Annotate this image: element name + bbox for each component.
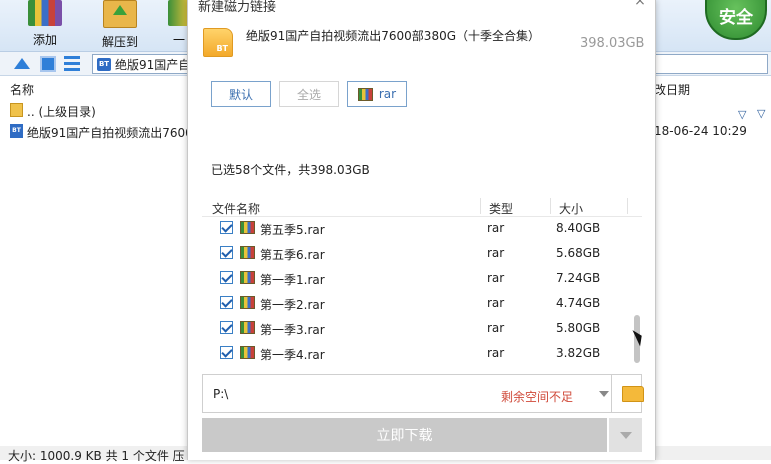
rar-filter-label: rar: [378, 87, 397, 101]
folder-icon[interactable]: [622, 386, 644, 402]
toolbar-partial-label: 一: [172, 33, 185, 47]
default-button-label: 默认: [228, 87, 253, 102]
add-button[interactable]: 添加: [20, 0, 70, 52]
chevron-down-icon[interactable]: [597, 375, 611, 412]
file-type: rar: [487, 321, 505, 335]
status-text: 大小: 1000.9 KB 共 1 个文件 压: [8, 449, 185, 463]
table-row[interactable]: 第一季4.rar rar 3.82GB: [202, 340, 632, 365]
extract-folder-icon: [103, 0, 137, 28]
file-checkbox[interactable]: [220, 296, 233, 309]
save-path-value: P:\: [213, 387, 229, 401]
torrent-name: 绝版91国产自拍视频流出7600部380G（十季全合集）: [246, 29, 541, 43]
torrent-file-icon: BT: [10, 124, 23, 138]
rar-icon: [240, 346, 255, 359]
rar-icon: [240, 221, 255, 234]
file-name: 第五季6.rar: [260, 248, 325, 262]
file-type: rar: [487, 246, 505, 260]
rar-icon: [240, 321, 255, 334]
file-checkbox[interactable]: [220, 346, 233, 359]
table-row[interactable]: 第一季3.rar rar 5.80GB: [202, 315, 632, 340]
file-size: 8.40GB: [556, 221, 601, 235]
file-size: 7.24GB: [556, 271, 601, 285]
rar-icon: [240, 296, 255, 309]
file-name: 第一季1.rar: [260, 273, 325, 287]
download-now-button[interactable]: 立即下载: [202, 418, 607, 452]
torrent-file-icon: BT: [203, 28, 233, 57]
file-size: 5.80GB: [556, 321, 601, 335]
file-size: 5.68GB: [556, 246, 601, 260]
file-name: 第一季4.rar: [260, 348, 325, 362]
file-name: 第一季2.rar: [260, 298, 325, 312]
file-size: 4.74GB: [556, 296, 601, 310]
column-modified-date[interactable]: 改日期: [654, 81, 690, 98]
extract-button-label: 解压到: [101, 35, 138, 49]
file-checkbox[interactable]: [220, 246, 233, 259]
file-name: 第一季3.rar: [260, 323, 325, 337]
download-options-dropdown[interactable]: [609, 418, 642, 452]
torrent-size: 398.03GB: [580, 36, 645, 51]
table-row[interactable]: 第五季6.rar rar 5.68GB: [202, 240, 632, 265]
safe-badge-label: 安全: [719, 8, 753, 28]
file-checkbox[interactable]: [220, 271, 233, 284]
extract-to-button[interactable]: 解压到: [94, 0, 146, 52]
rar-icon: [240, 271, 255, 284]
rar-filter-button[interactable]: rar: [347, 81, 407, 107]
file-type: rar: [487, 221, 505, 235]
table-row[interactable]: 第一季2.rar rar 4.74GB: [202, 290, 632, 315]
rar-icon: [240, 246, 255, 259]
dialog-title: 新建磁力链接: [198, 0, 277, 15]
new-magnet-link-dialog: 新建磁力链接 × BT 绝版91国产自拍视频流出7600部380G（十季全合集）…: [187, 0, 656, 460]
column-divider: [480, 198, 481, 214]
safe-shield-icon: 安全: [705, 0, 767, 40]
file-table: 文件名称 类型 大小 第五季5.rar rar 8.40GB 第五季6.rar …: [202, 195, 642, 365]
column-divider: [550, 198, 551, 214]
select-all-button-label: 全选: [296, 87, 321, 102]
column-name[interactable]: 名称: [10, 81, 34, 98]
archive-add-icon: [28, 0, 62, 26]
list-item-name: 绝版91国产自拍视频流出7600: [27, 126, 187, 140]
up-arrow-icon[interactable]: [14, 58, 30, 69]
torrent-icon-label: BT: [216, 44, 228, 53]
column-divider: [627, 198, 628, 214]
file-type: rar: [487, 346, 505, 360]
file-name: 第五季5.rar: [260, 223, 325, 237]
file-type: rar: [487, 271, 505, 285]
file-checkbox[interactable]: [220, 221, 233, 234]
table-row[interactable]: 第一季1.rar rar 7.24GB: [202, 265, 632, 290]
add-button-label: 添加: [32, 33, 57, 47]
list-item-date: 18-06-24 10:29: [654, 124, 747, 138]
default-button[interactable]: 默认: [211, 81, 271, 107]
save-path-field[interactable]: P:\ 剩余空间不足: [202, 374, 644, 413]
insufficient-space-warning: 剩余空间不足: [501, 390, 574, 404]
selected-summary: 已选58个文件，共398.03GB: [211, 163, 370, 177]
select-all-button[interactable]: 全选: [279, 81, 339, 107]
divider: [611, 375, 612, 412]
file-size: 3.82GB: [556, 346, 601, 360]
folder-icon: [10, 103, 23, 117]
torrent-file-icon: BT: [97, 57, 111, 71]
list-item-name: .. (上级目录): [27, 105, 96, 119]
rar-icon: [357, 87, 373, 101]
list-view-icon[interactable]: [64, 56, 80, 72]
download-now-label: 立即下载: [376, 428, 433, 444]
table-row[interactable]: 第五季5.rar rar 8.40GB: [202, 215, 632, 240]
file-type: rar: [487, 296, 505, 310]
file-table-header: 文件名称 类型 大小: [202, 195, 642, 217]
thumbnail-view-icon[interactable]: [40, 56, 56, 72]
file-checkbox[interactable]: [220, 321, 233, 334]
close-icon[interactable]: ×: [633, 0, 647, 8]
